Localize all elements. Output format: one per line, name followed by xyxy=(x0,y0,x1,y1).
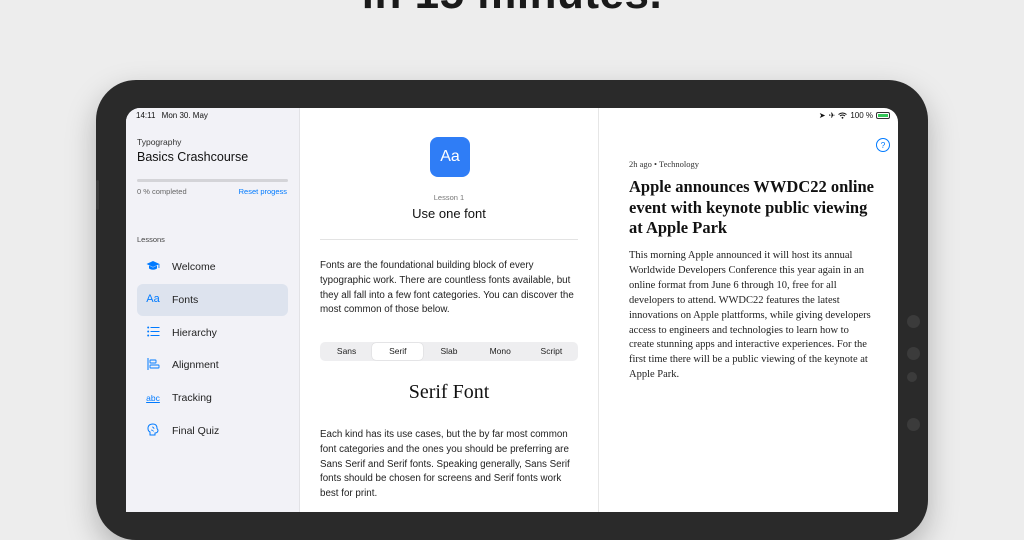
sidebar: Typography Basics Crashcourse 0 % comple… xyxy=(126,108,300,512)
lesson-title: Use one font xyxy=(412,206,486,221)
align-left-icon xyxy=(144,357,162,373)
segment-mono[interactable]: Mono xyxy=(475,343,526,360)
status-indicators: ➤ ✈ 100 % xyxy=(819,111,890,120)
battery-percent: 100 % xyxy=(850,111,873,120)
font-sample-heading: Serif Font xyxy=(408,381,490,403)
status-bar: 14:11 Mon 30. May ➤ ✈ 100 % xyxy=(126,108,898,124)
segment-script[interactable]: Script xyxy=(526,343,577,360)
sidebar-item-label: Alignment xyxy=(172,359,219,372)
course-subtitle: Typography xyxy=(137,137,182,147)
sidebar-item-label: Final Quiz xyxy=(172,424,220,437)
sidebar-item-label: Welcome xyxy=(172,261,216,273)
brain-icon xyxy=(144,423,162,439)
volume-button xyxy=(96,180,99,210)
graduation-cap-icon xyxy=(144,260,162,275)
sidebar-item-alignment[interactable]: Alignment xyxy=(137,349,288,381)
sidebar-item-fonts[interactable]: Aa Fonts xyxy=(137,283,288,316)
course-progress-bar xyxy=(137,179,288,182)
lesson-body-text: Each kind has its use cases, but the by … xyxy=(320,429,570,500)
lesson-list: Welcome Aa Fonts Hierarchy Alignment abc xyxy=(137,251,288,448)
lesson-tile-icon: Aa xyxy=(430,137,470,177)
ipad-screen: 14:11 Mon 30. May ➤ ✈ 100 % Typography B… xyxy=(126,108,898,512)
sidebar-item-hierarchy[interactable]: Hierarchy xyxy=(137,317,288,349)
marketing-headline: in 15 minutes. xyxy=(0,0,1024,16)
sidebar-item-label: Tracking xyxy=(172,392,212,405)
side-sensor-dot xyxy=(907,372,917,382)
side-sensor-dot xyxy=(907,347,920,360)
progress-label: 0 % completed xyxy=(137,187,187,196)
article-body: This morning Apple announced it will hos… xyxy=(629,250,871,381)
battery-icon xyxy=(876,112,890,119)
wifi-icon xyxy=(838,112,848,119)
airplane-icon: ✈ xyxy=(828,111,836,120)
aa-icon: Aa xyxy=(146,293,160,306)
article-meta: 2h ago • Technology xyxy=(629,159,699,169)
font-category-segmented-control: Sans Serif Slab Mono Script xyxy=(320,342,578,361)
status-time-date: 14:11 Mon 30. May xyxy=(136,111,208,120)
divider xyxy=(320,239,578,240)
side-sensor-dot xyxy=(907,315,920,328)
lesson-intro-text: Fonts are the foundational building bloc… xyxy=(320,260,574,316)
status-date: Mon 30. May xyxy=(161,111,208,120)
article-title: Apple announces WWDC22 online event with… xyxy=(629,177,874,237)
segment-serif[interactable]: Serif xyxy=(372,343,424,360)
abc-icon: abc xyxy=(146,392,160,403)
sidebar-item-label: Hierarchy xyxy=(172,326,217,339)
sidebar-item-welcome[interactable]: Welcome xyxy=(137,251,288,283)
help-button[interactable]: ? xyxy=(876,138,890,152)
sidebar-item-label: Fonts xyxy=(172,293,199,306)
course-title: Basics Crashcourse xyxy=(137,150,249,164)
segment-sans[interactable]: Sans xyxy=(321,343,372,360)
segment-slab[interactable]: Slab xyxy=(423,343,474,360)
reset-progress-button[interactable]: Reset progess xyxy=(239,187,287,196)
sidebar-item-tracking[interactable]: abc Tracking xyxy=(137,382,288,414)
sidebar-item-final-quiz[interactable]: Final Quiz xyxy=(137,415,288,447)
status-time: 14:11 xyxy=(136,111,156,120)
list-icon xyxy=(144,326,162,340)
lesson-content-pane: Aa Lesson 1 Use one font Fonts are the f… xyxy=(300,108,599,512)
side-sensor-dot xyxy=(907,418,920,431)
article-preview-pane: ? 2h ago • Technology Apple announces WW… xyxy=(599,108,898,512)
lesson-number: Lesson 1 xyxy=(433,193,465,202)
location-icon: ➤ xyxy=(818,111,826,120)
lessons-section-header: Lessons xyxy=(137,235,165,244)
